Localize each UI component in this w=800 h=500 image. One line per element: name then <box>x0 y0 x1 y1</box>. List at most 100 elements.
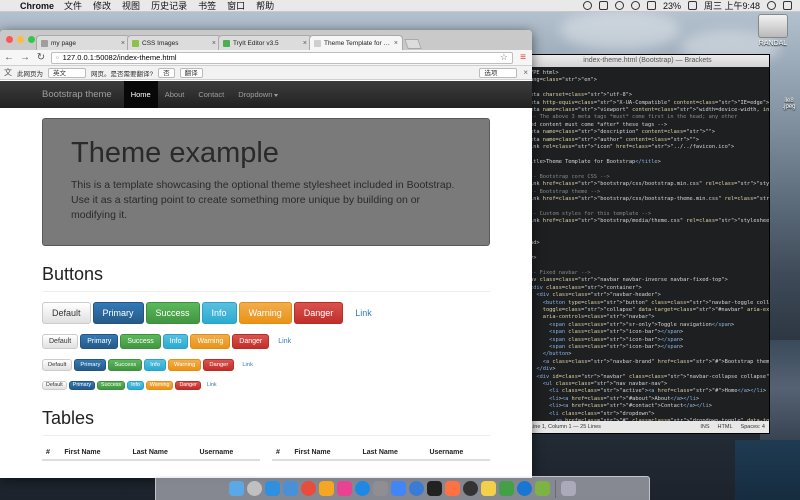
info-button[interactable]: Info <box>127 381 144 390</box>
wifi-icon[interactable] <box>630 1 640 10</box>
window-close-button[interactable] <box>6 36 13 43</box>
qq-status-icon[interactable] <box>582 1 592 10</box>
link-button[interactable]: Link <box>271 334 298 349</box>
code-line[interactable]: </div> <box>530 366 765 373</box>
code-line[interactable]: ink href=class="str">"bootstrap/media/th… <box>530 218 769 225</box>
warning-button[interactable]: Warning <box>167 359 202 371</box>
link-button[interactable]: Link <box>236 359 259 371</box>
code-line[interactable]: -- The above 3 meta tags *must* come fir… <box>530 114 765 121</box>
code-line[interactable] <box>530 263 765 270</box>
success-button[interactable]: Success <box>97 381 126 390</box>
code-line[interactable]: YPE html> <box>530 70 765 77</box>
translate-options-select[interactable]: 选项 <box>479 67 518 78</box>
desktop-file-label[interactable]: ile8 .jpeg <box>779 98 799 110</box>
kugou-icon[interactable] <box>517 481 532 496</box>
time-machine-icon[interactable] <box>598 1 608 10</box>
close-tab-icon[interactable]: × <box>303 40 307 47</box>
itunes-icon[interactable] <box>337 481 352 496</box>
code-line[interactable]: eta name=class="str">"viewport" content=… <box>530 107 769 114</box>
code-line[interactable]: eta name=class="str">"description" conte… <box>530 129 765 136</box>
primary-button[interactable]: Primary <box>68 381 96 390</box>
code-line[interactable]: <button type=class="str">"button" class=… <box>530 300 769 307</box>
code-line[interactable]: <ul class=class="str">"nav navbar-nav"> <box>530 381 765 388</box>
language-mode[interactable]: HTML <box>718 424 733 430</box>
bookmark-star-icon[interactable]: ☆ <box>500 52 508 63</box>
terminal-icon[interactable] <box>463 481 478 496</box>
translate-no-button[interactable]: 否 <box>158 67 175 78</box>
finder-icon[interactable] <box>229 481 244 496</box>
danger-button[interactable]: Danger <box>175 381 201 390</box>
code-line[interactable] <box>530 233 765 240</box>
info-button[interactable]: Info <box>201 302 237 324</box>
calendar-icon[interactable] <box>301 481 316 496</box>
photos-icon[interactable] <box>319 481 334 496</box>
danger-button[interactable]: Danger <box>232 334 270 349</box>
success-button[interactable]: Success <box>108 359 143 371</box>
menu-help[interactable]: 帮助 <box>256 0 274 12</box>
code-line[interactable]: ink href=class="str">"bootstrap/css/boot… <box>530 181 769 188</box>
code-line[interactable]: <li><a href=class="str">"#contact">Conta… <box>530 403 765 410</box>
nav-contact[interactable]: Contact <box>191 81 231 108</box>
code-line[interactable]: ink rel=class="str">"icon" href=class="s… <box>530 144 765 151</box>
code-line[interactable]: ad> <box>530 240 765 247</box>
code-line[interactable]: ang=class="str">"en"> <box>530 77 765 84</box>
desktop-drive[interactable]: RANDAL <box>755 14 791 47</box>
code-line[interactable]: <span class=class="str">"icon-bar"></spa… <box>530 344 765 351</box>
menu-view[interactable]: 视图 <box>122 0 140 12</box>
code-line[interactable] <box>530 85 765 92</box>
code-line[interactable]: -- Bootstrap theme --> <box>530 189 765 196</box>
default-button[interactable]: Default <box>42 334 79 349</box>
notification-center-icon[interactable] <box>783 1 792 10</box>
danger-button[interactable]: Danger <box>293 302 344 324</box>
menu-history[interactable]: 历史记录 <box>151 0 187 12</box>
window-minimize-button[interactable] <box>17 36 24 43</box>
code-line[interactable]: itle>Theme Template for Bootstrap</title… <box>530 159 765 166</box>
default-button[interactable]: Default <box>42 381 67 390</box>
warning-button[interactable]: Warning <box>145 381 174 390</box>
spotlight-search-icon[interactable] <box>767 1 776 10</box>
success-button[interactable]: Success <box>120 334 161 349</box>
chrome-icon[interactable] <box>391 481 406 496</box>
code-line[interactable] <box>530 151 765 158</box>
code-line[interactable]: eta http-equiv=class="str">"X-UA-Compati… <box>530 100 769 107</box>
code-line[interactable]: -- Custom styles for this template --> <box>530 211 765 218</box>
forward-arrow-icon[interactable]: → <box>19 52 31 64</box>
code-line[interactable]: <span class=class="str">"sr-only">Toggle… <box>530 322 765 329</box>
success-button[interactable]: Success <box>145 302 200 324</box>
bluetooth-icon[interactable] <box>614 1 624 10</box>
menu-file[interactable]: 文件 <box>64 0 82 12</box>
code-line[interactable]: -- Bootstrap core CSS --> <box>530 174 765 181</box>
info-button[interactable]: Info <box>162 334 189 349</box>
code-line[interactable]: <div class=class="str">"navbar-header"> <box>530 292 765 299</box>
battery-icon[interactable] <box>687 1 697 10</box>
nav-about[interactable]: About <box>158 81 192 108</box>
source-language-select[interactable]: 英文 <box>48 67 86 78</box>
code-line[interactable] <box>530 248 765 255</box>
trash-icon[interactable] <box>561 481 576 496</box>
menu-window[interactable]: 窗口 <box>227 0 245 12</box>
nav-dropdown[interactable]: Dropdown <box>231 81 285 108</box>
maps-icon[interactable] <box>499 481 514 496</box>
close-tab-icon[interactable]: × <box>394 40 398 47</box>
close-tab-icon[interactable]: × <box>212 40 216 47</box>
warning-button[interactable]: Warning <box>238 302 292 324</box>
menu-app-name[interactable]: Chrome <box>20 1 54 11</box>
spaces-setting[interactable]: Spaces: 4 <box>741 424 765 430</box>
menu-bookmarks[interactable]: 书签 <box>198 0 216 12</box>
qq-icon[interactable] <box>427 481 442 496</box>
app-store-icon[interactable] <box>355 481 370 496</box>
volume-icon[interactable] <box>646 1 656 10</box>
notes-icon[interactable] <box>481 481 496 496</box>
firefox-icon[interactable] <box>445 481 460 496</box>
primary-button[interactable]: Primary <box>80 334 119 349</box>
code-line[interactable]: <div id=class="str">"navbar" class=class… <box>530 374 769 381</box>
url-text[interactable]: 127.0.0.1:50082/index-theme.html <box>63 53 177 62</box>
code-line[interactable]: y> <box>530 255 765 262</box>
code-line[interactable]: <li class=class="str">"dropdown"> <box>530 411 765 418</box>
menu-edit[interactable]: 修改 <box>93 0 111 12</box>
code-line[interactable]: <li><a href=class="str">"#about">About</… <box>530 396 765 403</box>
code-line[interactable]: aria-controls=class="str">"navbar"> <box>530 314 765 321</box>
code-line[interactable]: toggle=class="str">"collapse" data-targe… <box>530 307 769 314</box>
nav-home[interactable]: Home <box>123 81 158 108</box>
danger-button[interactable]: Danger <box>203 359 235 371</box>
